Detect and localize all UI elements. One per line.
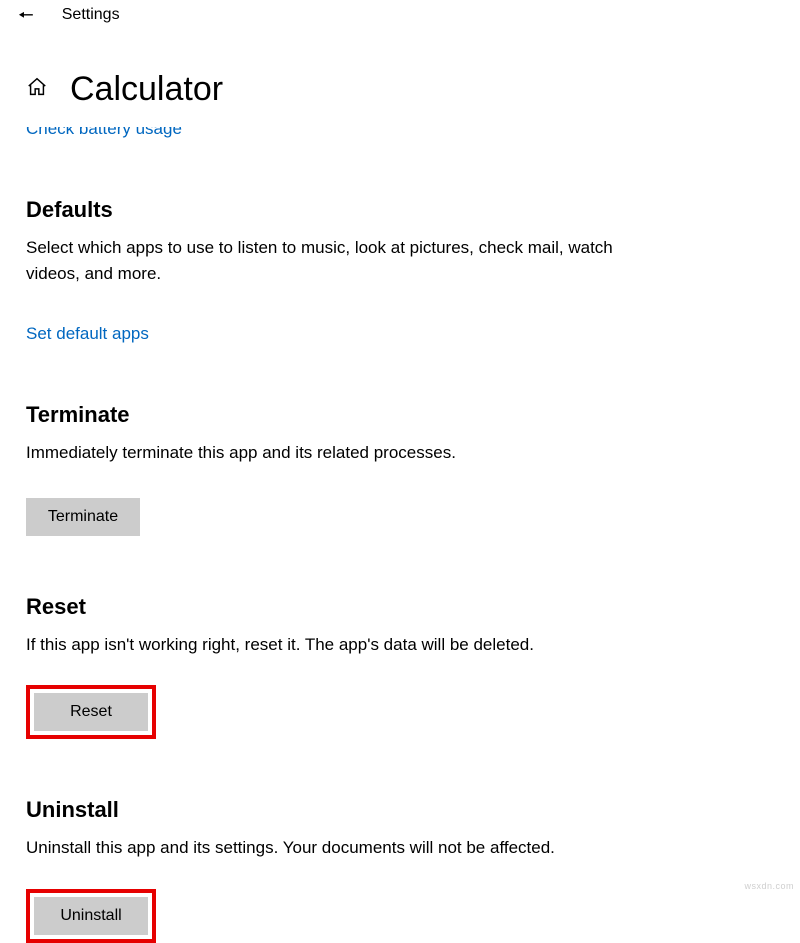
- page-header: Calculator: [0, 30, 800, 109]
- home-icon[interactable]: [26, 76, 48, 103]
- terminate-description: Immediately terminate this app and its r…: [26, 440, 626, 466]
- defaults-description: Select which apps to use to listen to mu…: [26, 235, 626, 286]
- titlebar-title: Settings: [62, 6, 120, 24]
- set-default-apps-link[interactable]: Set default apps: [26, 324, 149, 344]
- content-area: Check battery usage Defaults Select whic…: [0, 109, 800, 943]
- terminate-button[interactable]: Terminate: [26, 498, 140, 536]
- watermark: wsxdn.com: [744, 881, 794, 891]
- uninstall-heading: Uninstall: [26, 797, 800, 823]
- reset-heading: Reset: [26, 594, 800, 620]
- reset-description: If this app isn't working right, reset i…: [26, 632, 626, 658]
- reset-highlight: Reset: [26, 685, 156, 739]
- page-title: Calculator: [70, 70, 223, 109]
- uninstall-section: Uninstall Uninstall this app and its set…: [26, 797, 800, 943]
- terminate-heading: Terminate: [26, 402, 800, 428]
- uninstall-highlight: Uninstall: [26, 889, 156, 943]
- battery-usage-link[interactable]: Check battery usage: [26, 119, 800, 139]
- defaults-section: Defaults Select which apps to use to lis…: [26, 197, 800, 344]
- back-arrow-icon[interactable]: 🠔: [18, 6, 34, 24]
- uninstall-button[interactable]: Uninstall: [34, 897, 148, 935]
- reset-button[interactable]: Reset: [34, 693, 148, 731]
- uninstall-description: Uninstall this app and its settings. You…: [26, 835, 626, 861]
- reset-section: Reset If this app isn't working right, r…: [26, 594, 800, 740]
- defaults-heading: Defaults: [26, 197, 800, 223]
- terminate-section: Terminate Immediately terminate this app…: [26, 402, 800, 536]
- titlebar: 🠔 Settings: [0, 0, 800, 30]
